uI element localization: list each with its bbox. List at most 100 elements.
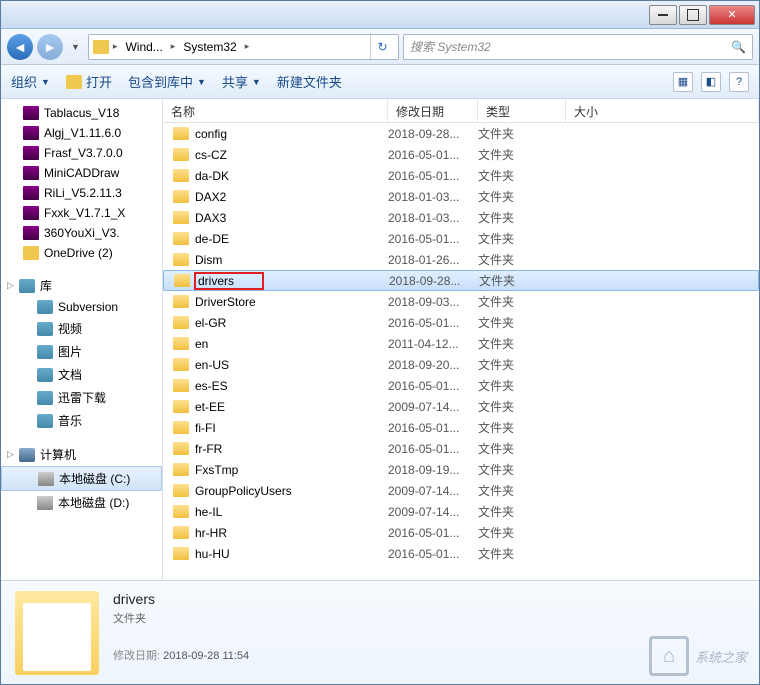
- folder-icon: [173, 127, 189, 140]
- expand-icon[interactable]: ▷: [7, 449, 14, 460]
- column-size[interactable]: 大小: [566, 99, 759, 122]
- sidebar-item-label: 本地磁盘 (C:): [59, 470, 130, 487]
- titlebar[interactable]: [1, 1, 759, 29]
- file-row[interactable]: DAX22018-01-03...文件夹: [163, 186, 759, 207]
- share-menu[interactable]: 共享▼: [222, 72, 261, 91]
- body-area: Tablacus_V18Algj_V1.11.6.0Frasf_V3.7.0.0…: [1, 99, 759, 580]
- file-row[interactable]: he-IL2009-07-14...文件夹: [163, 501, 759, 522]
- column-date[interactable]: 修改日期: [388, 99, 478, 122]
- folder-icon: [93, 40, 109, 54]
- folder-preview-icon: [15, 591, 99, 675]
- address-bar[interactable]: ▸ Wind... ▸ System32 ▸ ↻: [88, 34, 399, 60]
- file-icon: [23, 126, 39, 140]
- details-type: 文件夹: [113, 610, 249, 626]
- close-button[interactable]: [709, 5, 755, 25]
- folder-icon: [173, 421, 189, 434]
- file-type: 文件夹: [478, 377, 566, 394]
- new-folder-button[interactable]: 新建文件夹: [277, 72, 342, 91]
- column-headers: 名称 修改日期 类型 大小: [163, 99, 759, 123]
- chevron-right-icon[interactable]: ▸: [111, 41, 120, 52]
- file-type: 文件夹: [478, 125, 566, 142]
- history-dropdown[interactable]: ▼: [67, 42, 84, 52]
- sidebar-library-item[interactable]: 迅雷下载: [1, 386, 162, 409]
- file-name: et-EE: [195, 400, 225, 414]
- expand-icon[interactable]: ▷: [7, 280, 14, 291]
- include-library-menu[interactable]: 包含到库中▼: [128, 72, 206, 91]
- sidebar-drive-item[interactable]: 本地磁盘 (C:): [1, 466, 162, 491]
- view-options-button[interactable]: ▦: [673, 72, 693, 92]
- file-name: en: [195, 337, 208, 351]
- file-list[interactable]: config2018-09-28...文件夹cs-CZ2016-05-01...…: [163, 123, 759, 580]
- folder-icon: [173, 316, 189, 329]
- sidebar-library-item[interactable]: Subversion: [1, 297, 162, 317]
- sidebar-recent-item[interactable]: Frasf_V3.7.0.0: [1, 143, 162, 163]
- sidebar-library-item[interactable]: 文档: [1, 363, 162, 386]
- sidebar-library-item[interactable]: 音乐: [1, 409, 162, 432]
- file-row[interactable]: config2018-09-28...文件夹: [163, 123, 759, 144]
- sidebar-item-label: Subversion: [58, 300, 118, 314]
- file-row[interactable]: en-US2018-09-20...文件夹: [163, 354, 759, 375]
- chevron-right-icon[interactable]: ▸: [243, 41, 252, 52]
- sidebar-library-item[interactable]: 图片: [1, 340, 162, 363]
- file-row[interactable]: GroupPolicyUsers2009-07-14...文件夹: [163, 480, 759, 501]
- file-row[interactable]: drivers2018-09-28...文件夹: [163, 270, 759, 291]
- file-name: hr-HR: [195, 526, 227, 540]
- file-row[interactable]: en2011-04-12...文件夹: [163, 333, 759, 354]
- sidebar-libraries[interactable]: ▷库: [1, 273, 162, 297]
- column-name[interactable]: 名称: [163, 99, 388, 122]
- watermark: ⌂ 系统之家: [649, 636, 747, 676]
- file-type: 文件夹: [478, 188, 566, 205]
- sidebar-recent-item[interactable]: Tablacus_V18: [1, 103, 162, 123]
- sidebar-recent-item[interactable]: MiniCADDraw: [1, 163, 162, 183]
- search-icon[interactable]: 🔍: [731, 40, 746, 54]
- sidebar-recent-item[interactable]: Fxxk_V1.7.1_X: [1, 203, 162, 223]
- breadcrumb-item[interactable]: System32: [179, 38, 240, 56]
- sidebar-recent-item[interactable]: OneDrive (2): [1, 243, 162, 263]
- sidebar-drive-item[interactable]: 本地磁盘 (D:): [1, 491, 162, 514]
- file-row[interactable]: fr-FR2016-05-01...文件夹: [163, 438, 759, 459]
- minimize-button[interactable]: [649, 5, 677, 25]
- file-row[interactable]: DriverStore2018-09-03...文件夹: [163, 291, 759, 312]
- help-button[interactable]: ?: [729, 72, 749, 92]
- file-row[interactable]: Dism2018-01-26...文件夹: [163, 249, 759, 270]
- file-row[interactable]: et-EE2009-07-14...文件夹: [163, 396, 759, 417]
- back-button[interactable]: ◄: [7, 34, 33, 60]
- organize-menu[interactable]: 组织▼: [11, 72, 50, 91]
- chevron-right-icon[interactable]: ▸: [169, 41, 178, 52]
- search-input[interactable]: 搜索 System32 🔍: [403, 34, 753, 60]
- navigation-pane[interactable]: Tablacus_V18Algj_V1.11.6.0Frasf_V3.7.0.0…: [1, 99, 163, 580]
- refresh-button[interactable]: ↻: [370, 35, 394, 59]
- forward-button[interactable]: ►: [37, 34, 63, 60]
- file-date: 2009-07-14...: [388, 400, 478, 414]
- file-row[interactable]: da-DK2016-05-01...文件夹: [163, 165, 759, 186]
- file-icon: [23, 246, 39, 260]
- sidebar-library-item[interactable]: 视频: [1, 317, 162, 340]
- file-row[interactable]: es-ES2016-05-01...文件夹: [163, 375, 759, 396]
- file-date: 2018-09-28...: [388, 127, 478, 141]
- file-date: 2018-01-26...: [388, 253, 478, 267]
- file-row[interactable]: hu-HU2016-05-01...文件夹: [163, 543, 759, 564]
- drive-icon: [37, 496, 53, 510]
- sidebar-computer[interactable]: ▷计算机: [1, 442, 162, 466]
- file-row[interactable]: hr-HR2016-05-01...文件夹: [163, 522, 759, 543]
- file-row[interactable]: DAX32018-01-03...文件夹: [163, 207, 759, 228]
- open-button[interactable]: 打开: [66, 72, 112, 91]
- folder-icon: [173, 484, 189, 497]
- file-icon: [23, 206, 39, 220]
- file-type: 文件夹: [478, 356, 566, 373]
- file-row[interactable]: FxsTmp2018-09-19...文件夹: [163, 459, 759, 480]
- sidebar-recent-item[interactable]: RiLi_V5.2.11.3: [1, 183, 162, 203]
- library-icon: [37, 322, 53, 336]
- file-row[interactable]: cs-CZ2016-05-01...文件夹: [163, 144, 759, 165]
- file-row[interactable]: de-DE2016-05-01...文件夹: [163, 228, 759, 249]
- preview-pane-button[interactable]: ◧: [701, 72, 721, 92]
- file-row[interactable]: el-GR2016-05-01...文件夹: [163, 312, 759, 333]
- sidebar-recent-item[interactable]: Algj_V1.11.6.0: [1, 123, 162, 143]
- maximize-button[interactable]: [679, 5, 707, 25]
- file-name: fr-FR: [195, 442, 222, 456]
- sidebar-recent-item[interactable]: 360YouXi_V3.: [1, 223, 162, 243]
- column-type[interactable]: 类型: [478, 99, 566, 122]
- folder-icon: [173, 358, 189, 371]
- file-row[interactable]: fi-FI2016-05-01...文件夹: [163, 417, 759, 438]
- breadcrumb-item[interactable]: Wind...: [121, 38, 166, 56]
